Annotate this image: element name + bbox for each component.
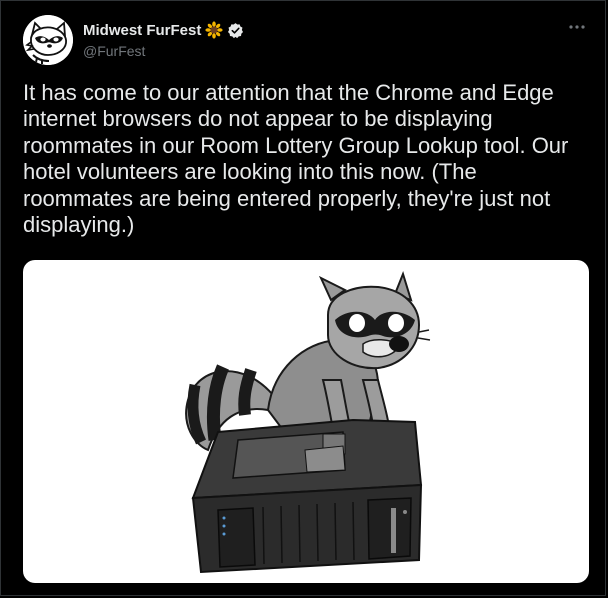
more-options-icon[interactable]	[565, 17, 589, 37]
tweet-card: Midwest FurFest @FurFest It has come to …	[0, 0, 606, 596]
raccoon-logo-icon	[23, 15, 73, 65]
display-name[interactable]: Midwest FurFest	[83, 22, 201, 39]
tweet-header: Midwest FurFest @FurFest	[23, 15, 593, 65]
display-name-row: Midwest FurFest	[83, 20, 244, 40]
verified-badge-icon[interactable]	[227, 22, 244, 39]
raccoon-on-computer-illustration-icon	[185, 270, 431, 574]
tweet-text: It has come to our attention that the Ch…	[23, 80, 569, 238]
computer-case	[191, 418, 423, 574]
avatar[interactable]	[23, 15, 73, 65]
sunflower-icon	[205, 21, 223, 39]
raccoon-head	[318, 270, 431, 370]
tweet-media-image[interactable]	[23, 260, 589, 583]
author-handle[interactable]: @FurFest	[83, 43, 244, 59]
author-names: Midwest FurFest @FurFest	[83, 20, 244, 59]
